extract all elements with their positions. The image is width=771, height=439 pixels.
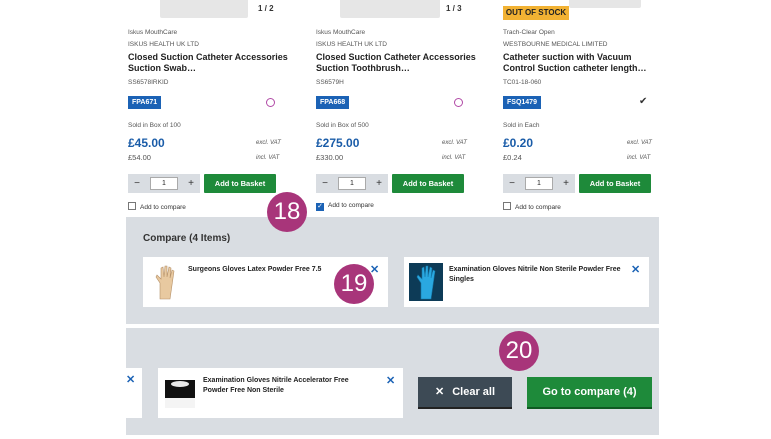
eco-icon <box>266 98 275 107</box>
clear-all-button[interactable]: ✕ Clear all <box>418 377 512 407</box>
incl-vat-label: incl. VAT <box>256 155 280 161</box>
latex-glove-image <box>155 265 175 300</box>
price-incl-vat: £54.00 <box>128 153 151 162</box>
product-manufacturer: ISKUS HEALTH UK LTD <box>128 41 199 48</box>
excl-vat-label: excl. VAT <box>442 140 467 146</box>
product-grid: 1 / 2 Iskus MouthCare ISKUS HEALTH UK LT… <box>126 0 659 217</box>
product-manufacturer: ISKUS HEALTH UK LTD <box>316 41 387 48</box>
add-to-basket-button[interactable]: Add to Basket <box>204 174 276 193</box>
product-card: 1 / 2 Iskus MouthCare ISKUS HEALTH UK LT… <box>126 0 296 217</box>
step-marker-18: 18 <box>267 192 307 232</box>
product-name[interactable]: Closed Suction Catheter Accessories Suct… <box>128 52 288 74</box>
product-code-badge: FSQ1479 <box>503 96 541 109</box>
add-to-compare[interactable]: Add to compare <box>503 202 561 211</box>
quantity-input[interactable]: 1 <box>150 177 178 190</box>
go-to-compare-button[interactable]: Go to compare (4) <box>527 377 652 407</box>
compare-item-name: Examination Gloves Nitrile Non Sterile P… <box>449 266 621 283</box>
product-sku: TC01-18-060 <box>503 79 542 86</box>
product-brand: Iskus MouthCare <box>128 29 178 36</box>
compare-panel: Compare (4 Items) Surgeons Gloves Latex … <box>126 217 659 324</box>
remove-icon[interactable]: ✕ <box>126 373 135 386</box>
compare-item: Examination Gloves Nitrile Non Sterile P… <box>404 257 649 307</box>
page: 1 / 2 Iskus MouthCare ISKUS HEALTH UK LT… <box>0 0 771 439</box>
product-code-badge: FPA671 <box>128 96 162 109</box>
sold-in-label: Sold in Box of 100 <box>128 122 181 129</box>
add-to-basket-button[interactable]: Add to Basket <box>392 174 464 193</box>
product-card: OUT OF STOCK Trach-Clear Open WESTBOURNE… <box>501 0 671 217</box>
add-to-compare-label: Add to compare <box>328 202 374 209</box>
increase-button[interactable]: + <box>557 174 575 193</box>
price-incl-vat: £0.24 <box>503 153 522 162</box>
product-image[interactable] <box>340 0 440 18</box>
quantity-stepper: − 1 + <box>128 174 200 193</box>
quantity-stepper: − 1 + <box>503 174 575 193</box>
price-excl-vat: £45.00 <box>128 136 165 150</box>
product-image[interactable] <box>569 0 641 8</box>
eco-icon <box>454 98 463 107</box>
excl-vat-label: excl. VAT <box>627 140 652 146</box>
compare-checkbox-checked[interactable]: ✓ <box>316 203 324 211</box>
compare-item-name: Examination Gloves Nitrile Accelerator F… <box>203 377 349 394</box>
product-name[interactable]: Closed Suction Catheter Accessories Suct… <box>316 52 476 74</box>
product-code-badge: FPA668 <box>316 96 350 109</box>
decrease-button[interactable]: − <box>503 174 521 193</box>
product-image[interactable] <box>160 0 248 18</box>
increase-button[interactable]: + <box>370 174 388 193</box>
compare-item-name: Surgeons Gloves Latex Powder Free 7.5 <box>188 266 322 273</box>
quantity-stepper: − 1 + <box>316 174 388 193</box>
close-icon: ✕ <box>434 386 445 398</box>
compare-item-partial: ✕ <box>126 368 142 418</box>
image-counter: 1 / 3 <box>446 4 462 13</box>
quantity-input[interactable]: 1 <box>525 177 553 190</box>
product-card: 1 / 3 Iskus MouthCare ISKUS HEALTH UK LT… <box>314 0 484 217</box>
compare-checkbox[interactable] <box>503 202 511 210</box>
nitrile-glove-image <box>409 263 443 301</box>
incl-vat-label: incl. VAT <box>442 155 466 161</box>
price-incl-vat: £330.00 <box>316 153 344 162</box>
out-of-stock-badge: OUT OF STOCK <box>503 6 569 20</box>
compare-checkbox[interactable] <box>128 202 136 210</box>
step-marker-20: 20 <box>499 331 539 371</box>
excl-vat-label: excl. VAT <box>256 140 281 146</box>
clear-all-label: Clear all <box>452 386 496 398</box>
remove-icon[interactable]: ✕ <box>386 374 395 387</box>
sold-in-label: Sold in Each <box>503 122 540 129</box>
increase-button[interactable]: + <box>182 174 200 193</box>
add-to-compare-label: Add to compare <box>140 204 186 211</box>
quantity-input[interactable]: 1 <box>338 177 366 190</box>
price-excl-vat: £275.00 <box>316 136 360 150</box>
compare-bar: ✕ Examination Gloves Nitrile Accelerator… <box>126 328 659 435</box>
checkmark-icon: ✔ <box>639 96 648 107</box>
product-sku: SS6578IRKID <box>128 79 169 86</box>
image-counter: 1 / 2 <box>258 4 274 13</box>
decrease-button[interactable]: − <box>128 174 146 193</box>
add-to-compare-label: Add to compare <box>515 204 561 211</box>
price-excl-vat: £0.20 <box>503 136 534 150</box>
glove-box-image <box>165 380 195 408</box>
step-marker-19: 19 <box>334 264 374 304</box>
add-to-basket-button[interactable]: Add to Basket <box>579 174 651 193</box>
incl-vat-label: incl. VAT <box>627 155 651 161</box>
remove-icon[interactable]: ✕ <box>631 263 640 276</box>
product-sku: SS6579H <box>316 79 344 86</box>
product-manufacturer: WESTBOURNE MEDICAL LIMITED <box>503 41 608 48</box>
compare-item: Examination Gloves Nitrile Accelerator F… <box>158 368 403 418</box>
compare-title: Compare (4 Items) <box>143 233 231 244</box>
sold-in-label: Sold in Box of 500 <box>316 122 369 129</box>
product-brand: Trach-Clear Open <box>503 29 555 36</box>
product-brand: Iskus MouthCare <box>316 29 366 36</box>
product-name[interactable]: Catheter suction with Vacuum Control Suc… <box>503 52 663 74</box>
decrease-button[interactable]: − <box>316 174 334 193</box>
add-to-compare[interactable]: Add to compare <box>128 202 186 211</box>
add-to-compare[interactable]: ✓ Add to compare <box>316 202 374 211</box>
